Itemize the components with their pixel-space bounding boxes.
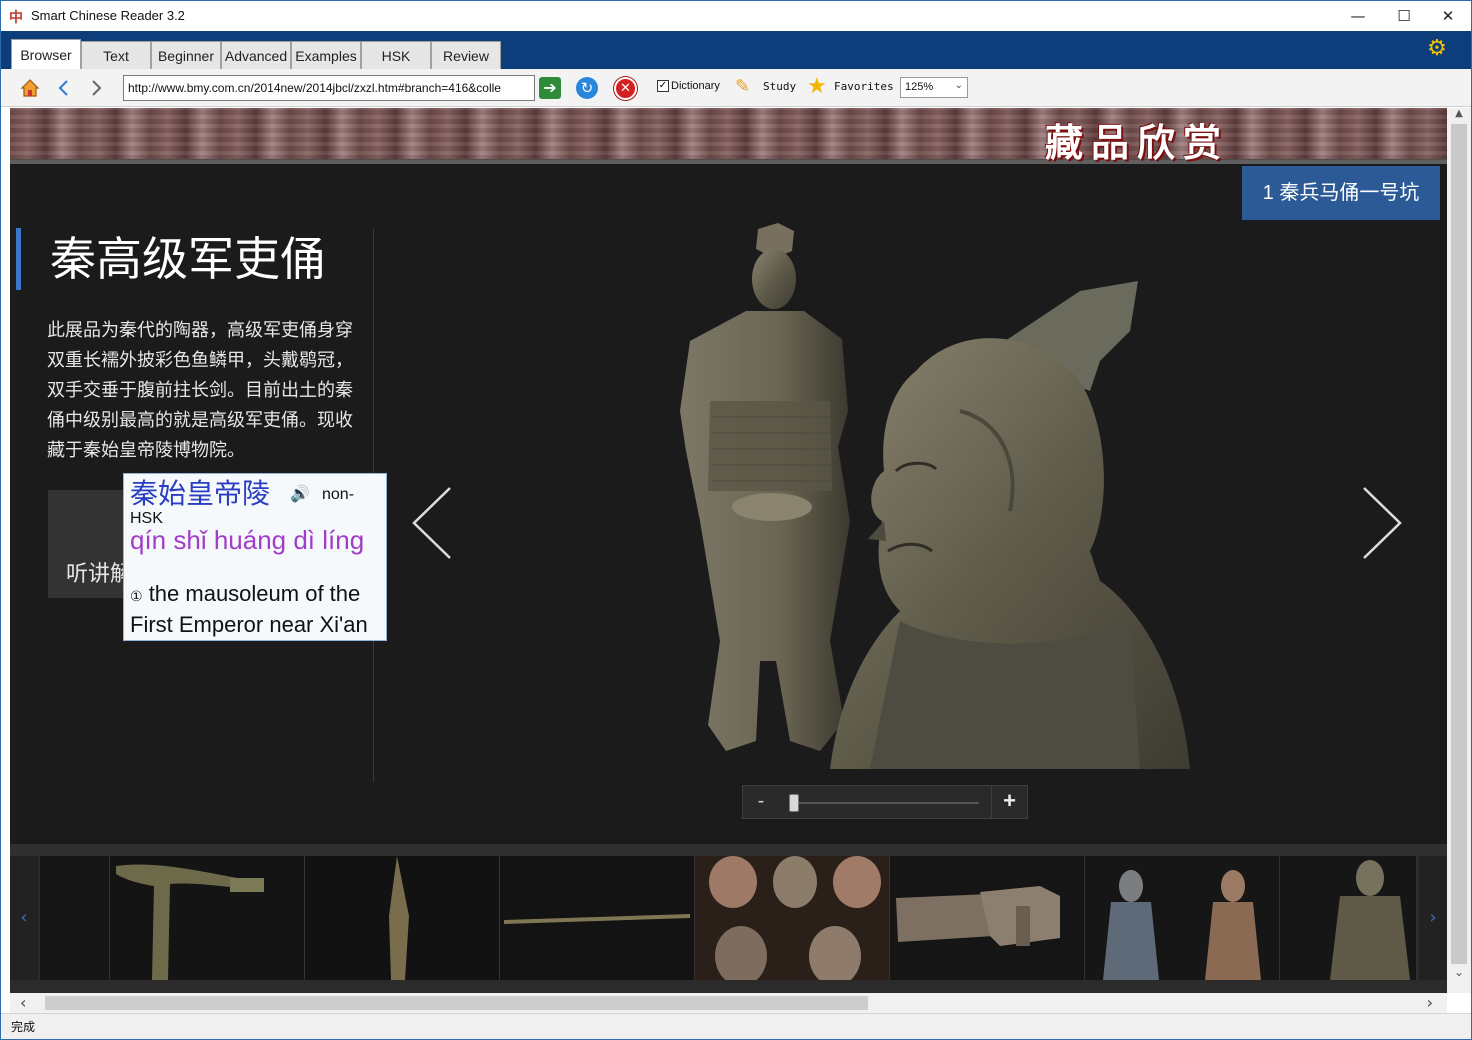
zoom-slider-thumb[interactable] (789, 794, 799, 812)
popup-definition: ① the mausoleum of the First Emperor nea… (130, 580, 382, 639)
pit-selector-button[interactable]: 1 秦兵马俑一号坑 (1242, 166, 1440, 220)
app-logo-icon: 中 (9, 10, 23, 26)
scroll-left-icon[interactable]: ‹ (20, 993, 26, 1013)
thumbnail-warrior-pair[interactable] (1085, 856, 1280, 980)
thumbnail-sword[interactable] (500, 856, 695, 980)
zoom-dropdown-value: 125% (905, 81, 934, 93)
settings-gear-icon[interactable]: ⚙ (1425, 37, 1449, 61)
thumbnail-filmstrip: ‹ › (10, 844, 1447, 993)
definition-number: ① (130, 589, 143, 605)
banner-title: 藏品欣赏 (1044, 120, 1229, 165)
scroll-right-icon[interactable]: › (1427, 993, 1433, 1013)
thumbnail-warrior-single[interactable] (1280, 856, 1417, 980)
browser-toolbar: http://www.bmy.com.cn/2014new/2014jbcl/z… (1, 69, 1471, 107)
prev-image-arrow-icon[interactable] (410, 486, 454, 565)
tab-text[interactable]: Text (81, 41, 151, 69)
exhibit-title: 秦高级军吏俑 (50, 232, 326, 286)
scroll-down-icon[interactable]: ⌄ (1447, 965, 1471, 981)
tab-advanced[interactable]: Advanced (221, 41, 291, 69)
horizontal-scroll-thumb[interactable] (45, 996, 868, 1010)
app-window: 中 Smart Chinese Reader 3.2 — ☐ ✕ Browser… (0, 0, 1472, 1040)
tab-hsk[interactable]: HSK (361, 41, 431, 69)
star-icon[interactable]: ★ (807, 74, 827, 99)
vertical-scrollbar[interactable]: ▲ ⌄ (1447, 108, 1471, 993)
filmstrip-prev-icon[interactable]: ‹ (10, 856, 38, 980)
terracotta-warrior-image (660, 221, 1190, 769)
back-arrow-icon[interactable] (53, 77, 75, 99)
home-icon[interactable] (19, 77, 41, 99)
popup-hsk-level: non- (322, 486, 355, 503)
banner-divider (10, 159, 1447, 164)
status-text: 完成 (11, 1020, 36, 1034)
maximize-button[interactable]: ☐ (1381, 1, 1427, 31)
speaker-icon[interactable]: 🔊 (290, 484, 310, 503)
chevron-down-icon: ⌄ (954, 80, 963, 91)
next-image-arrow-icon[interactable] (1360, 486, 1404, 565)
title-bar: 中 Smart Chinese Reader 3.2 — ☐ ✕ (1, 1, 1471, 31)
thumbnail-warrior-heads[interactable] (695, 856, 890, 980)
popup-pinyin: qín shǐ huáng dì líng (130, 525, 365, 555)
image-zoom-control: - + (742, 785, 1028, 819)
stop-icon[interactable]: ✕ (614, 77, 637, 100)
refresh-icon[interactable]: ↻ (576, 77, 598, 99)
dictionary-label[interactable]: Dictionary (671, 80, 720, 92)
tab-review[interactable]: Review (431, 41, 501, 69)
thumbnail-bricks[interactable] (890, 856, 1085, 980)
site-banner: 藏品欣赏 (10, 108, 1447, 165)
definition-text: the mausoleum of the First Emperor near … (130, 581, 368, 637)
main-tab-strip: Browser Text Beginner Advanced Examples … (1, 31, 1471, 69)
status-bar: 完成 (1, 1013, 1471, 1039)
pencil-icon[interactable]: ✎ (735, 76, 750, 97)
favorites-button[interactable]: Favorites (834, 80, 894, 93)
title-accent-bar (16, 228, 21, 290)
thumbnail-ge-halberd[interactable] (110, 856, 305, 980)
go-arrow-icon[interactable]: ➔ (539, 77, 561, 99)
thumbnail-spear-head[interactable] (305, 856, 500, 980)
filmstrip-next-icon[interactable]: › (1419, 856, 1447, 980)
study-button[interactable]: Study (763, 80, 796, 93)
zoom-dropdown[interactable]: 125% ⌄ (900, 77, 968, 98)
exhibit-description: 此展品为秦代的陶器，高级军吏俑身穿双重长襦外披彩色鱼鳞甲，头戴鹖冠，双手交垂于腹… (47, 320, 353, 461)
close-button[interactable]: ✕ (1425, 1, 1471, 31)
tab-examples[interactable]: Examples (291, 41, 361, 69)
dictionary-popup: 秦始皇帝陵 🔊 non- HSK qín shǐ huáng dì líng ①… (123, 473, 387, 641)
zoom-in-button[interactable]: + (991, 786, 1027, 818)
minimize-button[interactable]: — (1335, 1, 1381, 31)
scroll-up-icon[interactable]: ▲ (1447, 108, 1471, 124)
tab-browser[interactable]: Browser (11, 39, 81, 69)
window-title: Smart Chinese Reader 3.2 (31, 8, 185, 23)
vertical-scroll-thumb[interactable] (1451, 124, 1467, 964)
address-bar-input[interactable]: http://www.bmy.com.cn/2014new/2014jbcl/z… (123, 75, 535, 101)
thumbnail-track (40, 856, 1417, 980)
forward-arrow-icon[interactable] (85, 77, 107, 99)
dictionary-checkbox[interactable]: ✓ (657, 80, 669, 92)
tab-beginner[interactable]: Beginner (151, 41, 221, 69)
zoom-slider-track[interactable] (793, 802, 979, 804)
thumbnail-blank[interactable] (40, 856, 110, 980)
popup-hanzi: 秦始皇帝陵 (130, 477, 271, 510)
zoom-out-button[interactable]: - (743, 786, 779, 818)
horizontal-scrollbar[interactable]: ‹ › (10, 993, 1447, 1013)
